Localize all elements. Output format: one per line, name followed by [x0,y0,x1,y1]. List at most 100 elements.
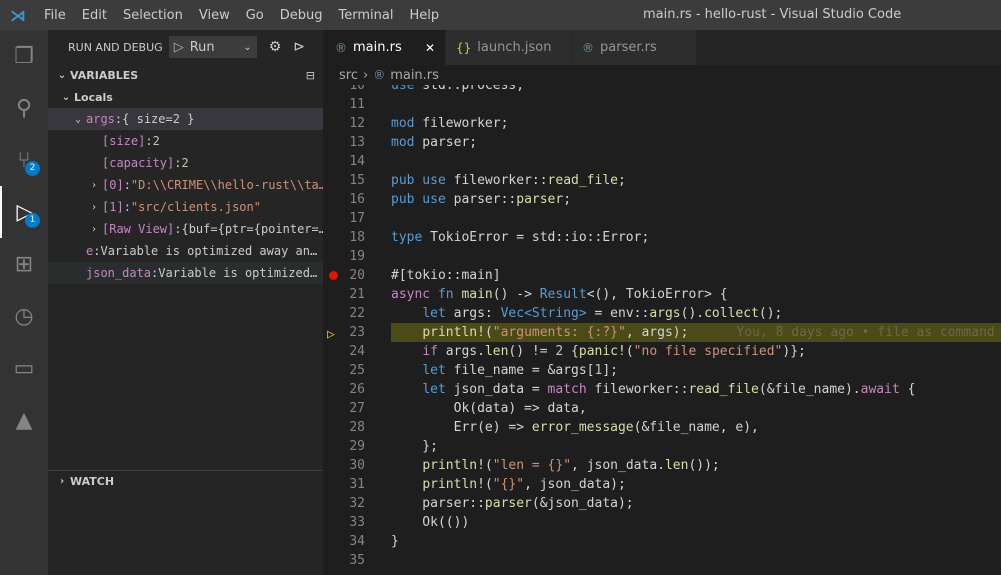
source-control-icon[interactable]: ⑂ 2 [0,134,48,186]
collapse-all-icon[interactable]: ⊟ [306,69,315,82]
debug-console-icon[interactable]: ⊳ [293,39,305,55]
close-icon[interactable]: ✕ [425,41,435,55]
code-token: parser; [414,135,478,150]
breadcrumb-file[interactable]: main.rs [390,68,439,83]
menu-item-go[interactable]: Go [238,8,272,23]
line-number: 26 [349,382,365,397]
breadcrumb-folder[interactable]: src [339,68,358,83]
variable-separator: : [145,134,153,148]
menu-item-view[interactable]: View [191,8,238,23]
sidebar: RUN AND DEBUG ▷ Run ⌄ ⚙ ⊳ ⌄ VARIABLES ⊟ … [48,30,323,575]
line-number: 11 [349,97,365,112]
chevron-down-icon: ⌄ [61,91,71,103]
line-number: 29 [349,439,365,454]
azure-icon[interactable]: ▲ [0,394,48,446]
code-token: ( [484,477,493,492]
code-token: , json_data); [524,477,626,492]
variable-row[interactable]: › [0]: "D:\\CRIME\\hello-rust\\ta… [48,174,323,196]
code-text: type TokioError = std::io::Error; [391,228,649,247]
start-debugging-icon[interactable]: ▷ [174,40,184,55]
variable-row[interactable]: json_data: Variable is optimized… [48,262,323,284]
code-token: , args); [625,325,689,340]
menu-item-debug[interactable]: Debug [272,8,331,23]
tab-label: main.rs [353,40,402,55]
menu-item-edit[interactable]: Edit [74,8,115,23]
debug-config-select[interactable]: ▷ Run ⌄ [168,36,257,58]
variable-row[interactable]: e: Variable is optimized away an… [48,240,323,262]
chevron-right-icon: › [90,223,98,235]
code-text: } [391,532,399,551]
code-line: 21 async fn main() -> Result<(), TokioErr… [325,285,1001,304]
variable-row[interactable]: ⌄ args: { size=2 } [48,108,323,130]
menu-item-help[interactable]: Help [401,8,447,23]
search-icon[interactable]: ⚲ [0,82,48,134]
variable-row[interactable]: › [1]: "src/clients.json" [48,196,323,218]
code-text: let args: Vec<String> = env::args().coll… [391,304,782,323]
menu-item-selection[interactable]: Selection [115,8,191,23]
menu-item-terminal[interactable]: Terminal [331,8,402,23]
vscode-logo-icon: ⋊ [10,5,26,25]
line-number: 18 [349,230,365,245]
tab-launch-json[interactable]: {} launch.json [446,30,572,65]
code-token: (&file_name). [758,382,861,397]
variable-separator: : [123,178,131,192]
code-line: 13 mod parser; [325,133,1001,152]
code-token: pub use [391,192,446,207]
variables-label: VARIABLES [70,68,139,82]
variable-row[interactable]: [size]: 2 [48,130,323,152]
variable-value: 2 [152,134,160,148]
code-editor[interactable]: 10 use std::process; 11 12 mod fileworker; 13… [325,85,1001,575]
code-line: 10 use std::process; [325,85,1001,95]
code-line: 20 #[tokio::main] [325,266,1001,285]
line-number: 16 [349,192,365,207]
line-number: 31 [349,477,365,492]
variable-name: [size] [102,134,146,148]
variable-row[interactable]: › [Raw View]: {buf={ptr={pointer=… [48,218,323,240]
code-token: file_name = &args[ [445,363,595,378]
git-graph-icon[interactable]: ◷ [0,290,48,342]
chevron-down-icon: ⌄ [74,113,82,125]
line-number: 28 [349,420,365,435]
run-debug-icon[interactable]: ▷ 1 [0,186,48,238]
code-token: len [664,458,689,473]
variable-value: {buf={ptr={pointer=… [181,222,323,236]
extensions-icon[interactable]: ⊞ [0,238,48,290]
explorer-icon[interactable]: ❐ [0,30,48,82]
line-number: 20 [349,268,365,283]
locals-scope[interactable]: ⌄ Locals [48,86,323,108]
line-number: 22 [349,306,365,321]
line-number: 12 [349,116,365,131]
code-token: println! [422,477,485,492]
code-token: parser [484,496,532,511]
line-number: 24 [349,344,365,359]
json-file-icon: {} [456,40,472,55]
powershell-icon[interactable]: ▭ [0,342,48,394]
tab-main-rs[interactable]: ® main.rs ✕ [325,30,446,65]
variables-section-header[interactable]: ⌄ VARIABLES ⊟ [48,64,323,86]
chevron-right-icon: › [362,67,369,83]
tab-label: parser.rs [600,40,657,55]
code-line: 31 println!("{}", json_data); [325,475,1001,494]
code-text: Ok(data) => data, [391,399,587,418]
tab-label: launch.json [477,40,552,55]
code-token: () -> [492,287,540,302]
tab-parser-rs[interactable]: ® parser.rs [572,30,697,65]
code-line: 27 Ok(data) => data, [325,399,1001,418]
window-title: main.rs - hello-rust - Visual Studio Cod… [643,7,902,22]
code-token: args. [437,344,485,359]
git-blame-annotation: You, 8 days ago • file as command l [736,325,1001,340]
watch-section-header[interactable]: › WATCH [48,470,323,492]
line-number: 33 [349,515,365,530]
watch-label: WATCH [70,475,115,488]
line-number: 14 [349,154,365,169]
code-line: 16 pub use parser::parser; [325,190,1001,209]
variable-row[interactable]: [capacity]: 2 [48,152,323,174]
code-token: , json_data. [571,458,665,473]
menu-item-file[interactable]: File [36,8,74,23]
gear-icon[interactable]: ⚙ [269,39,282,55]
